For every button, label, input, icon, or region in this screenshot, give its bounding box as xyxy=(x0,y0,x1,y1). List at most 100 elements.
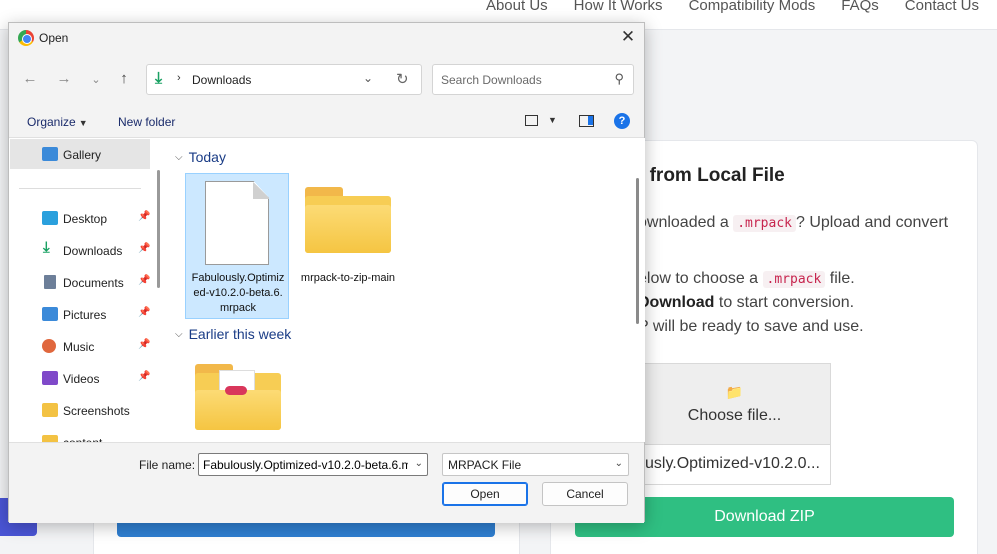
view-options-icon[interactable] xyxy=(525,115,538,126)
sidebar-item-documents[interactable]: Documents 📌 xyxy=(10,267,150,297)
file-list-scrollbar[interactable] xyxy=(636,178,639,324)
chevron-down-icon[interactable]: ⌄ xyxy=(363,71,373,85)
downloads-icon: ⤓ xyxy=(155,70,163,87)
group-header-earlier-this-week[interactable]: ⌵ Earlier this week xyxy=(175,326,291,342)
nav-about-us[interactable]: About Us xyxy=(486,0,548,14)
folder-with-document-icon[interactable] xyxy=(195,364,281,430)
chevron-down-icon: ⌵ xyxy=(175,152,183,163)
choose-file-button[interactable]: 📁 Choose file... xyxy=(639,364,830,445)
address-bar[interactable]: ⤓ › Downloads ⌄ ↻ xyxy=(146,64,422,95)
sidebar-item-gallery[interactable]: Gallery xyxy=(10,139,150,169)
chevron-down-icon: ⌵ xyxy=(175,329,183,340)
recent-locations-chevron-icon[interactable]: ⌄ xyxy=(87,73,105,86)
breadcrumb-downloads[interactable]: Downloads xyxy=(192,73,251,87)
cancel-button[interactable]: Cancel xyxy=(542,482,628,506)
step-save-text: P will be ready to save and use. xyxy=(638,318,864,335)
card-intro-text: ownloaded a .mrpack? Upload and convert xyxy=(638,214,949,232)
nav-how-it-works[interactable]: How It Works xyxy=(574,0,663,14)
pin-icon: 📌 xyxy=(138,211,151,222)
documents-icon xyxy=(44,275,56,289)
preview-pane-icon[interactable] xyxy=(579,115,594,127)
music-icon xyxy=(42,339,56,353)
folder-name[interactable]: mrpack-to-zip-main xyxy=(300,271,396,286)
folder-icon xyxy=(42,435,58,442)
forward-arrow-icon[interactable]: → xyxy=(55,70,73,87)
file-name-label: File name: xyxy=(139,458,196,472)
file-list: ⌵ Today Fabulously.Optimized-v10.2.0-beta… xyxy=(167,138,645,442)
sidebar-item-label: Desktop xyxy=(63,212,108,226)
navigation-bar: ← → ⌄ ↑ ⤓ › Downloads ⌄ ↻ ⚲ xyxy=(9,53,644,105)
card-title: : from Local File xyxy=(638,165,785,186)
organize-button[interactable]: Organize ▼ xyxy=(27,115,88,129)
sidebar-item-screenshots[interactable]: Screenshots xyxy=(10,395,150,425)
back-arrow-icon[interactable]: ← xyxy=(21,70,39,87)
nav-contact-us[interactable]: Contact Us xyxy=(905,0,979,14)
sidebar-item-content[interactable]: content xyxy=(10,427,150,442)
pin-icon: 📌 xyxy=(138,371,151,382)
file-type-select[interactable]: MRPACK File ⌄ xyxy=(442,453,629,476)
breadcrumb-separator: › xyxy=(177,72,181,84)
nav-faqs[interactable]: FAQs xyxy=(841,0,879,14)
mrpack-code: .mrpack xyxy=(733,215,796,232)
sidebar-item-pictures[interactable]: Pictures 📌 xyxy=(10,299,150,329)
sidebar-item-label: Pictures xyxy=(63,308,107,322)
navigation-pane: Gallery Desktop 📌 ⤓ Downloads 📌 Document… xyxy=(9,138,167,442)
folder-icon[interactable] xyxy=(305,187,391,253)
site-nav: About Us How It Works Compatibility Mods… xyxy=(486,0,979,14)
refresh-icon[interactable]: ↻ xyxy=(396,70,409,88)
sidebar-item-label: Screenshots xyxy=(63,404,130,418)
step-download-text: Download to start conversion. xyxy=(638,294,855,311)
command-bar: Organize ▼ New folder ▼ ? xyxy=(9,105,644,138)
open-button[interactable]: Open xyxy=(442,482,528,506)
search-icon[interactable]: ⚲ xyxy=(614,71,624,87)
chevron-down-icon[interactable]: ⌄ xyxy=(415,458,423,469)
folder-icon xyxy=(42,403,58,417)
chrome-icon xyxy=(18,30,34,46)
pin-icon: 📌 xyxy=(138,339,151,350)
file-name-input[interactable] xyxy=(200,455,408,474)
caret-down-icon: ▼ xyxy=(78,118,88,128)
dialog-title: Open xyxy=(39,31,69,45)
close-icon[interactable]: ✕ xyxy=(619,27,637,47)
file-icon xyxy=(205,181,269,265)
sidebar-item-desktop[interactable]: Desktop 📌 xyxy=(10,203,150,233)
sidebar-item-label: Documents xyxy=(63,276,124,290)
nav-compatibility-mods[interactable]: Compatibility Mods xyxy=(689,0,816,14)
gallery-icon xyxy=(42,147,58,161)
mrpack-code: .mrpack xyxy=(762,271,826,288)
sidebar-item-downloads[interactable]: ⤓ Downloads 📌 xyxy=(10,235,150,265)
background-blue-button[interactable] xyxy=(117,523,495,537)
sidebar-scrollbar[interactable] xyxy=(157,170,160,288)
pin-icon: 📌 xyxy=(138,275,151,286)
sidebar-item-label: Videos xyxy=(63,372,100,386)
file-name-combobox[interactable]: ⌄ xyxy=(198,453,428,476)
step-choose-text: elow to choose a .mrpack file. xyxy=(638,270,855,288)
pictures-icon xyxy=(42,307,58,321)
up-arrow-icon[interactable]: ↑ xyxy=(115,70,133,87)
search-box[interactable]: ⚲ xyxy=(432,64,634,95)
videos-icon xyxy=(42,371,58,385)
sidebar-item-music[interactable]: Music 📌 xyxy=(10,331,150,361)
caret-down-icon[interactable]: ▼ xyxy=(548,115,557,125)
downloads-icon: ⤓ xyxy=(43,239,50,256)
sidebar-item-label: Gallery xyxy=(63,148,102,162)
dialog-titlebar: Open ✕ xyxy=(9,23,644,53)
open-file-dialog: Open ✕ ← → ⌄ ↑ ⤓ › Downloads ⌄ ↻ ⚲ Organ… xyxy=(8,22,645,523)
chosen-file-name: usly.Optimized-v10.2.0... xyxy=(645,455,820,472)
file-item-mrpack[interactable]: Fabulously.Optimized-v10.2.0-beta.6.mrpa… xyxy=(185,173,289,319)
help-icon[interactable]: ? xyxy=(614,113,630,129)
search-input[interactable] xyxy=(434,66,602,93)
file-type-value: MRPACK File xyxy=(448,458,522,472)
sidebar-item-label: Downloads xyxy=(63,244,123,258)
group-header-today[interactable]: ⌵ Today xyxy=(175,149,226,165)
new-folder-button[interactable]: New folder xyxy=(118,115,175,129)
choose-file-label: Choose file... xyxy=(687,407,782,424)
pin-icon: 📌 xyxy=(138,307,151,318)
pin-icon: 📌 xyxy=(138,243,151,254)
desktop-icon xyxy=(42,211,58,225)
file-name: Fabulously.Optimized-v10.2.0-beta.6.mrpa… xyxy=(191,272,285,314)
sidebar-item-videos[interactable]: Videos 📌 xyxy=(10,363,150,393)
chevron-down-icon: ⌄ xyxy=(614,458,623,469)
file-upload-box[interactable]: 📁 Choose file... usly.Optimized-v10.2.0.… xyxy=(638,363,831,485)
folder-icon: 📁 xyxy=(725,384,744,400)
